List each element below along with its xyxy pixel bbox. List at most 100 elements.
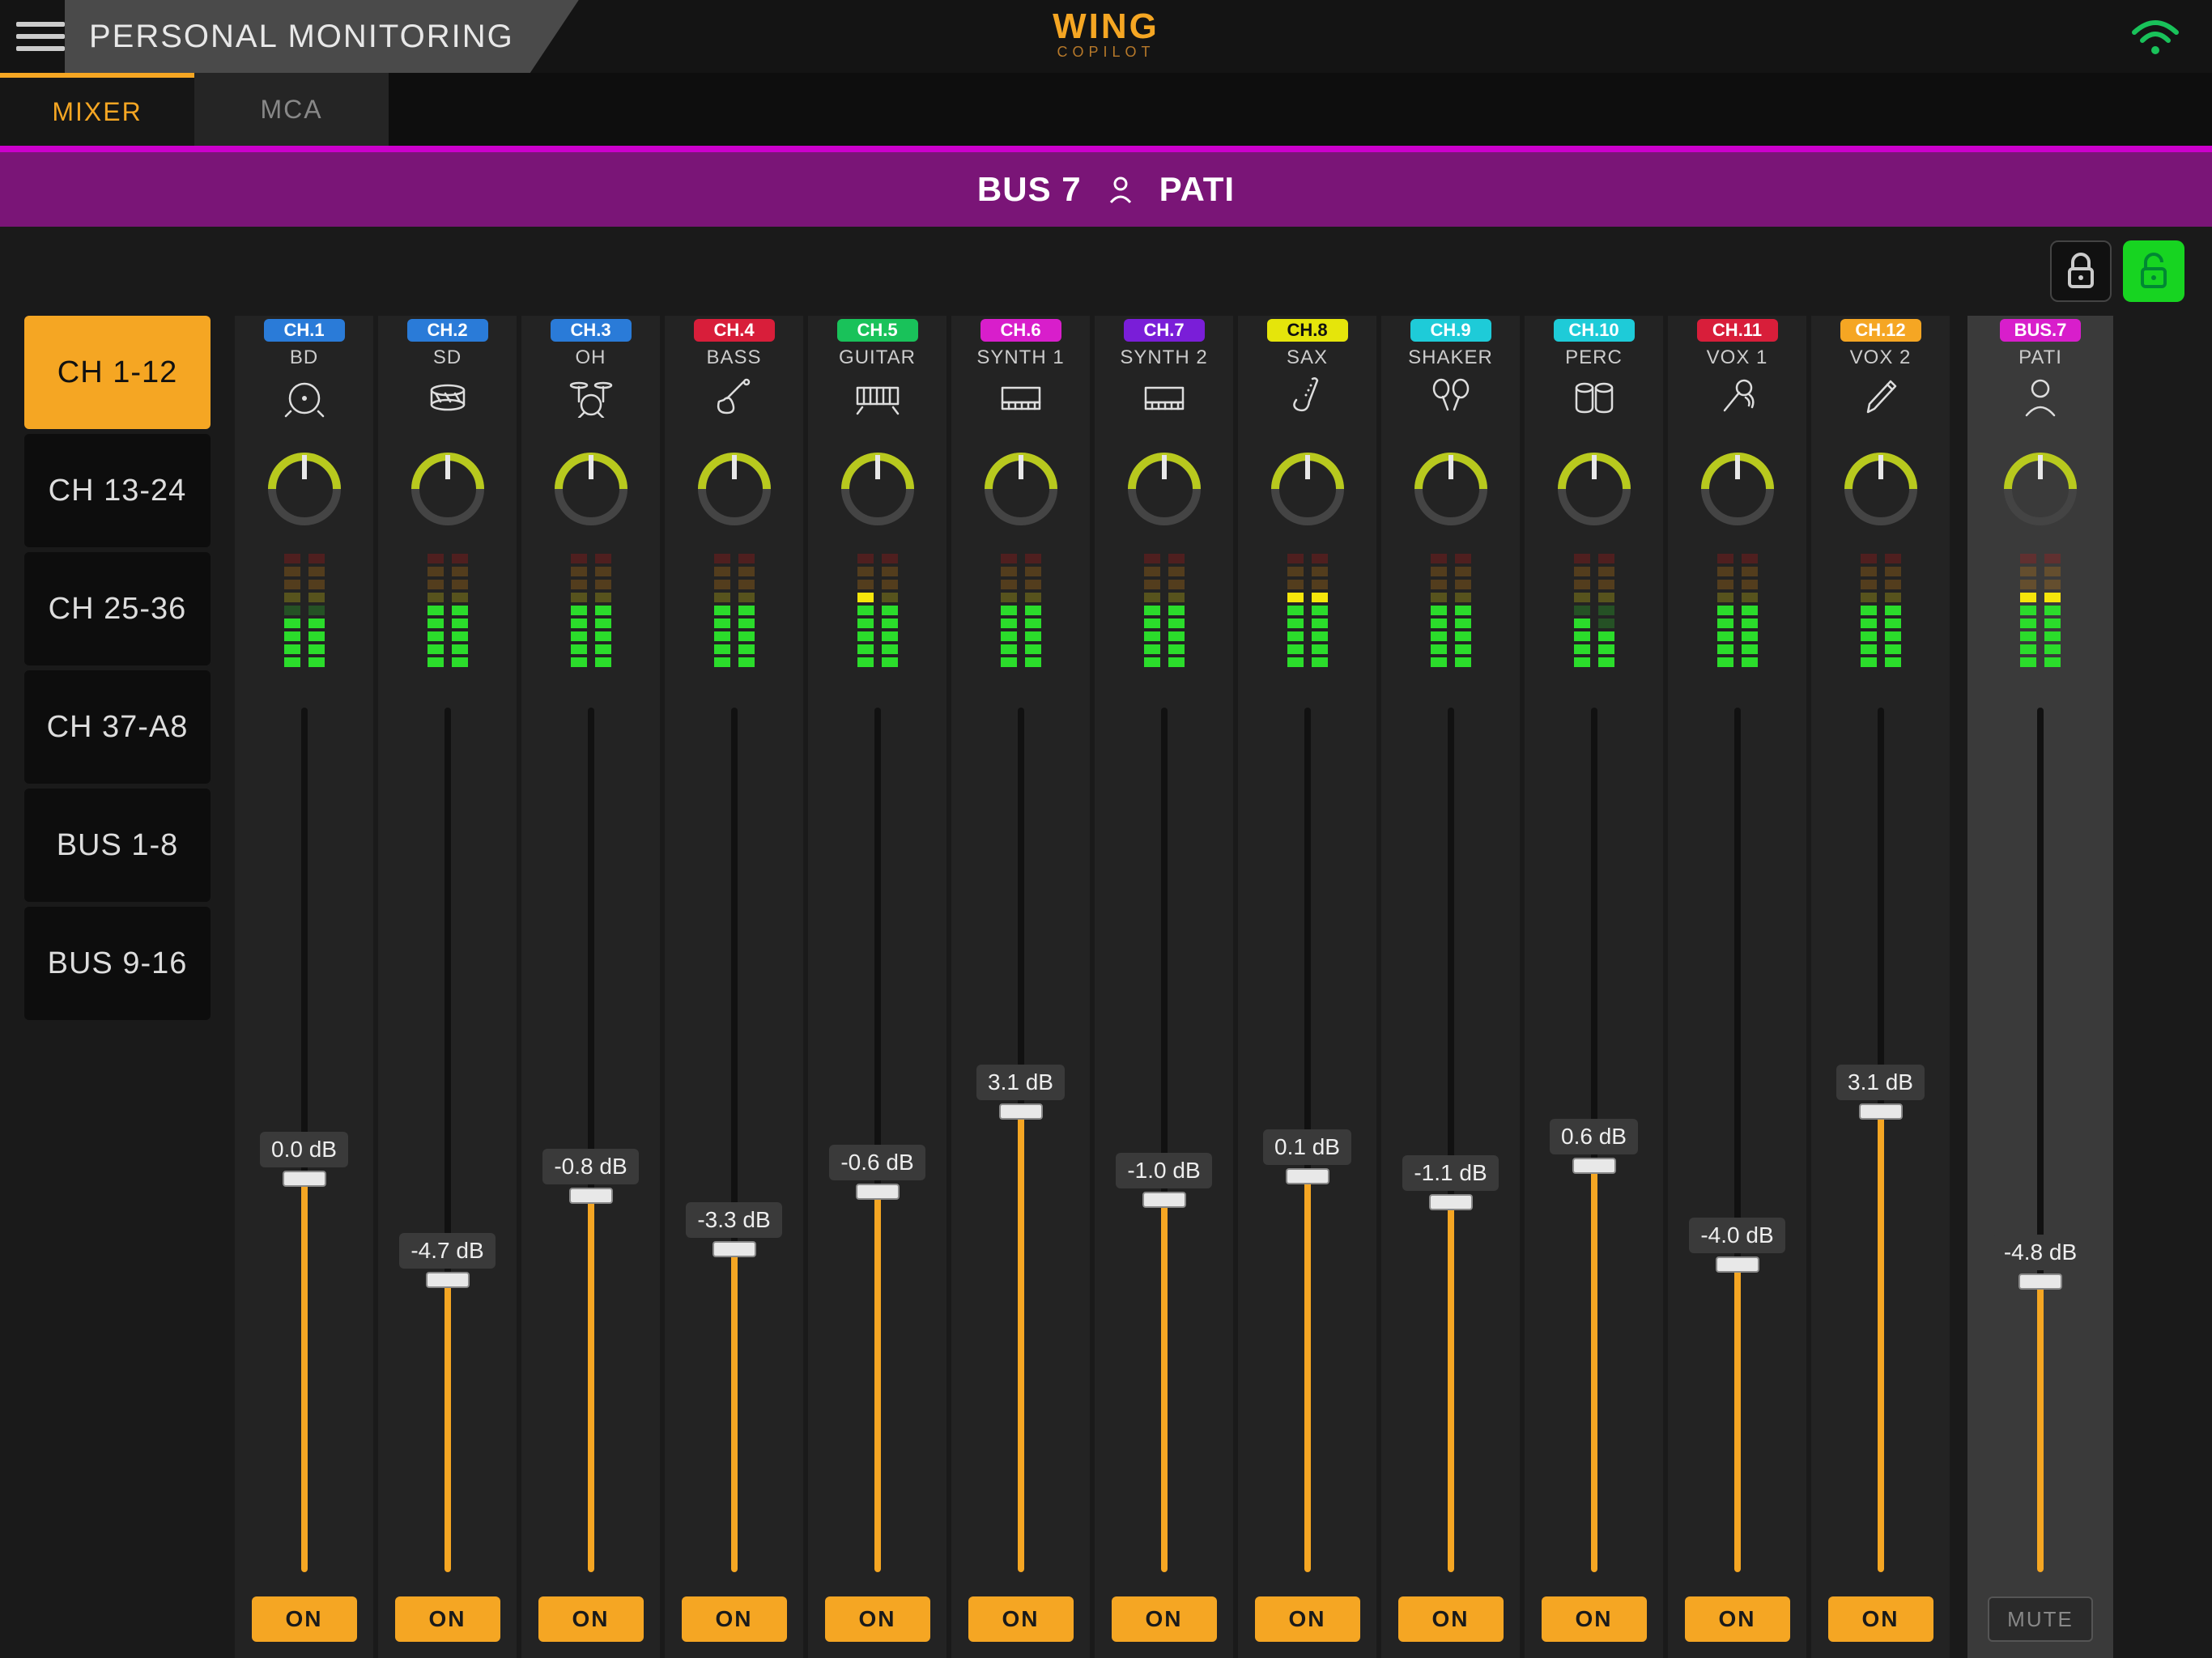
fader[interactable]: -4.7 dB — [378, 683, 517, 1596]
lock-closed-button[interactable] — [2050, 240, 2112, 302]
synth-icon — [996, 376, 1046, 419]
channel-strip: CH.3 OH -0.8 dB ON — [521, 316, 660, 1658]
pan-knob[interactable] — [2000, 449, 2081, 529]
on-button[interactable]: ON — [252, 1596, 357, 1642]
on-button[interactable]: ON — [1828, 1596, 1933, 1642]
fader[interactable]: -1.0 dB — [1095, 683, 1233, 1596]
channel-name: SAX — [1287, 346, 1328, 369]
level-meter — [714, 562, 755, 667]
level-meter — [857, 562, 898, 667]
tab-mca[interactable]: MCA — [194, 73, 389, 146]
fader[interactable]: -4.8 dB — [1967, 683, 2113, 1596]
on-button[interactable]: ON — [1112, 1596, 1217, 1642]
channel-tag: CH.8 — [1267, 319, 1348, 342]
fader[interactable]: -4.0 dB — [1668, 683, 1806, 1596]
on-button[interactable]: ON — [538, 1596, 644, 1642]
person-icon — [2015, 376, 2065, 419]
fader[interactable]: 0.1 dB — [1238, 683, 1376, 1596]
channel-tag: CH.9 — [1410, 319, 1491, 342]
channel-name: VOX 1 — [1707, 346, 1768, 369]
sidebar-item-3[interactable]: CH 37-A8 — [24, 670, 211, 784]
fader[interactable]: -1.1 dB — [1381, 683, 1520, 1596]
channel-tag: CH.3 — [551, 319, 632, 342]
pan-knob[interactable] — [1410, 449, 1491, 529]
on-button[interactable]: ON — [1255, 1596, 1360, 1642]
fader[interactable]: 0.6 dB — [1525, 683, 1663, 1596]
sidebar-item-5[interactable]: BUS 9-16 — [24, 907, 211, 1020]
channel-strip: CH.1 BD 0.0 dB ON — [235, 316, 373, 1658]
pan-knob[interactable] — [407, 449, 488, 529]
wifi-icon — [2131, 18, 2180, 57]
channel-tag: CH.4 — [694, 319, 775, 342]
pan-knob[interactable] — [694, 449, 775, 529]
pan-knob[interactable] — [1124, 449, 1205, 529]
menu-icon[interactable] — [16, 12, 65, 61]
tab-mixer[interactable]: MIXER — [0, 73, 194, 146]
fader[interactable]: -0.8 dB — [521, 683, 660, 1596]
keyboard-icon — [853, 376, 903, 419]
db-value: -1.1 dB — [1402, 1155, 1498, 1191]
channel-tag: CH.2 — [407, 319, 488, 342]
channel-name: GUITAR — [839, 346, 916, 369]
mute-button[interactable]: MUTE — [1988, 1596, 2093, 1642]
master-strip: BUS.7 PATI -4.8 dB MUTE — [1967, 316, 2113, 1658]
level-meter — [1001, 562, 1041, 667]
channel-strip: CH.5 GUITAR -0.6 dB ON — [808, 316, 946, 1658]
on-button[interactable]: ON — [1398, 1596, 1504, 1642]
db-value: -4.0 dB — [1689, 1218, 1784, 1253]
on-button[interactable]: ON — [395, 1596, 500, 1642]
channel-strip: CH.4 BASS -3.3 dB ON — [665, 316, 803, 1658]
channel-strip: CH.2 SD -4.7 dB ON — [378, 316, 517, 1658]
on-button[interactable]: ON — [825, 1596, 930, 1642]
on-button[interactable]: ON — [682, 1596, 787, 1642]
lock-open-button[interactable] — [2123, 240, 2184, 302]
channel-strip: CH.6 SYNTH 1 3.1 dB ON — [951, 316, 1090, 1658]
pan-knob[interactable] — [837, 449, 918, 529]
on-button[interactable]: ON — [1685, 1596, 1790, 1642]
perc-icon — [1569, 376, 1619, 419]
sidebar-item-1[interactable]: CH 13-24 — [24, 434, 211, 547]
sidebar-item-4[interactable]: BUS 1-8 — [24, 789, 211, 902]
pencil-icon — [1856, 376, 1906, 419]
channel-strip: CH.10 PERC 0.6 dB ON — [1525, 316, 1663, 1658]
sidebar-item-0[interactable]: CH 1-12 — [24, 316, 211, 429]
kick-icon — [279, 376, 330, 419]
pan-knob[interactable] — [1554, 449, 1635, 529]
channel-name: SYNTH 1 — [976, 346, 1064, 369]
pan-knob[interactable] — [551, 449, 632, 529]
fader[interactable]: 3.1 dB — [951, 683, 1090, 1596]
channel-name: BASS — [706, 346, 761, 369]
pan-knob[interactable] — [1697, 449, 1778, 529]
level-meter — [1287, 562, 1328, 667]
pan-knob[interactable] — [264, 449, 345, 529]
db-value: -1.0 dB — [1116, 1153, 1211, 1188]
channel-tag: BUS.7 — [2000, 319, 2081, 342]
channel-name: BD — [290, 346, 318, 369]
channel-name: SD — [433, 346, 462, 369]
fader[interactable]: -3.3 dB — [665, 683, 803, 1596]
fader[interactable]: 3.1 dB — [1811, 683, 1950, 1596]
synth-icon — [1139, 376, 1189, 419]
channel-strip: CH.9 SHAKER -1.1 dB ON — [1381, 316, 1520, 1658]
bus-bar[interactable]: BUS 7 PATI — [0, 146, 2212, 227]
fader[interactable]: 0.0 dB — [235, 683, 373, 1596]
sax-icon — [1283, 376, 1333, 419]
bass-icon — [709, 376, 759, 419]
pan-knob[interactable] — [981, 449, 1061, 529]
on-button[interactable]: ON — [1542, 1596, 1647, 1642]
sidebar-item-2[interactable]: CH 25-36 — [24, 552, 211, 665]
channel-strip: CH.7 SYNTH 2 -1.0 dB ON — [1095, 316, 1233, 1658]
db-value: -3.3 dB — [686, 1202, 781, 1238]
on-button[interactable]: ON — [968, 1596, 1074, 1642]
channel-name: PERC — [1565, 346, 1623, 369]
pan-knob[interactable] — [1840, 449, 1921, 529]
top-bar: PERSONAL MONITORING WING COPILOT — [0, 0, 2212, 73]
pan-knob[interactable] — [1267, 449, 1348, 529]
channel-tag: CH.6 — [981, 319, 1061, 342]
channel-name: SHAKER — [1408, 346, 1493, 369]
db-value: -0.6 dB — [829, 1145, 925, 1180]
brand-sub: COPILOT — [1053, 44, 1159, 61]
page-title-wedge: PERSONAL MONITORING — [65, 0, 579, 73]
fader[interactable]: -0.6 dB — [808, 683, 946, 1596]
channel-strip: CH.8 SAX 0.1 dB ON — [1238, 316, 1376, 1658]
